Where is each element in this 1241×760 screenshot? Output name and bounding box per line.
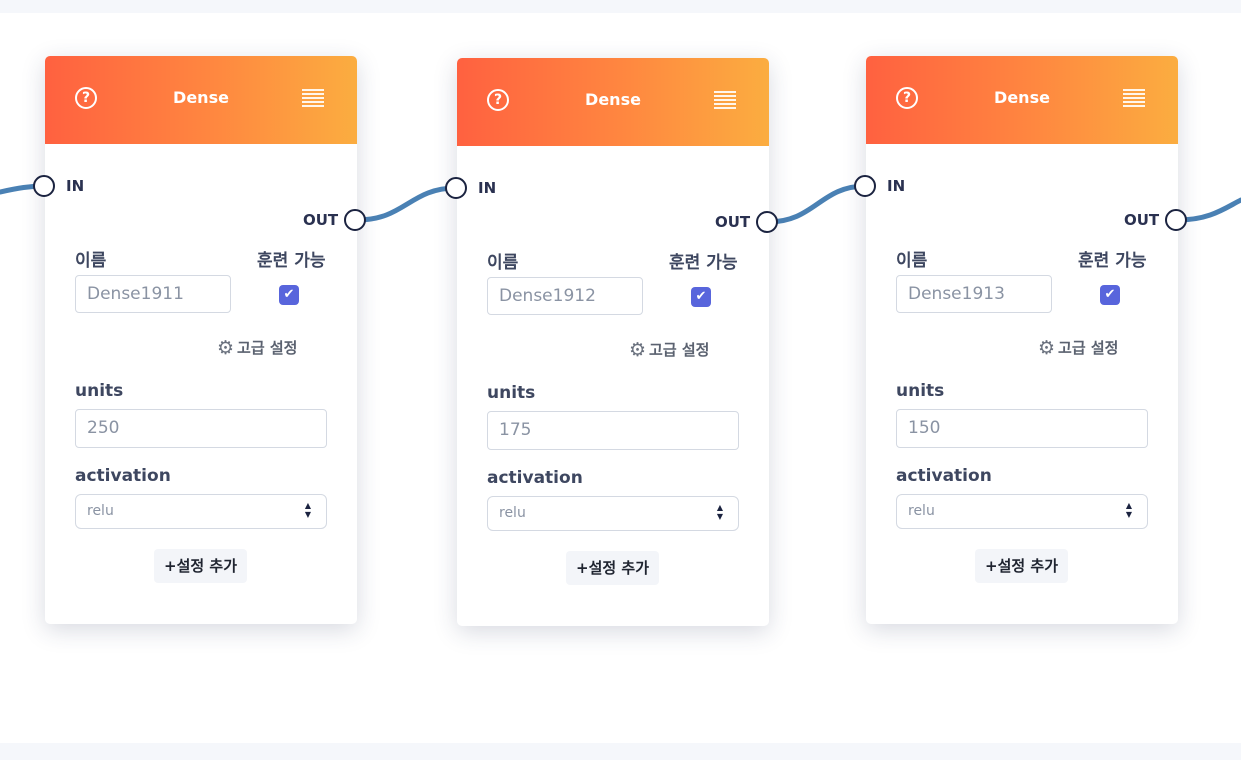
output-port[interactable] — [1165, 209, 1187, 231]
canvas-bottom-strip — [0, 743, 1241, 760]
menu-icon[interactable] — [302, 89, 324, 109]
checkmark-icon: ✔ — [283, 287, 295, 302]
node-title: Dense — [994, 88, 1050, 107]
node-header[interactable]: ? Dense — [866, 56, 1178, 144]
gear-icon: ⚙ — [217, 336, 235, 359]
dense-node-1[interactable]: ? Dense IN OUT 이름 훈련 가능 Dense1911 ✔ ⚙ 고급… — [33, 56, 366, 624]
node-title: Dense — [585, 90, 641, 109]
activation-select[interactable]: relu ▲ ▼ — [75, 494, 327, 529]
name-label: 이름 — [75, 251, 107, 271]
units-label: units — [75, 381, 124, 401]
units-input[interactable]: 250 — [75, 409, 327, 448]
output-port-label: OUT — [303, 211, 339, 229]
activation-label: activation — [896, 466, 992, 486]
input-port[interactable] — [33, 175, 55, 197]
wire-outgoing — [1175, 197, 1241, 223]
activation-value: relu — [87, 503, 114, 519]
units-input[interactable]: 150 — [896, 409, 1148, 448]
input-port[interactable] — [445, 177, 467, 199]
advanced-settings-label: 고급 설정 — [237, 339, 298, 357]
output-port-label: OUT — [715, 213, 751, 231]
activation-label: activation — [487, 468, 583, 488]
menu-icon[interactable] — [714, 91, 736, 111]
checkmark-icon: ✔ — [695, 289, 707, 304]
name-input[interactable]: Dense1912 — [487, 277, 643, 315]
sort-icon: ▲ ▼ — [716, 503, 724, 521]
activation-select[interactable]: relu ▲ ▼ — [487, 496, 739, 531]
input-port-label: IN — [66, 177, 85, 195]
dense-node-2[interactable]: ? Dense IN OUT 이름 훈련 가능 Dense1912 ✔ ⚙ 고급… — [445, 58, 778, 626]
output-port[interactable] — [756, 211, 778, 233]
gear-icon: ⚙ — [1038, 336, 1056, 359]
advanced-settings-label: 고급 설정 — [1058, 339, 1119, 357]
output-port[interactable] — [344, 209, 366, 231]
units-label: units — [896, 381, 945, 401]
name-label: 이름 — [487, 253, 519, 273]
advanced-settings-label: 고급 설정 — [649, 341, 710, 359]
trainable-label: 훈련 가능 — [1078, 251, 1147, 271]
trainable-checkbox[interactable]: ✔ — [691, 287, 711, 307]
input-port-label: IN — [887, 177, 906, 195]
advanced-settings-button[interactable]: ⚙ 고급 설정 — [1038, 337, 1118, 358]
units-label: units — [487, 383, 536, 403]
help-icon[interactable]: ? — [896, 87, 918, 109]
advanced-settings-button[interactable]: ⚙ 고급 설정 — [629, 339, 709, 360]
activation-label: activation — [75, 466, 171, 486]
sort-icon: ▲ ▼ — [1125, 501, 1133, 519]
name-label: 이름 — [896, 251, 928, 271]
dense-node-3[interactable]: ? Dense IN OUT 이름 훈련 가능 Dense1913 ✔ ⚙ 고급… — [854, 56, 1187, 624]
node-header[interactable]: ? Dense — [45, 56, 357, 144]
trainable-label: 훈련 가능 — [257, 251, 326, 271]
add-setting-button[interactable]: +설정 추가 — [566, 551, 659, 585]
activation-value: relu — [908, 503, 935, 519]
node-title: Dense — [173, 88, 229, 107]
wire-2-to-3 — [765, 183, 869, 225]
trainable-label: 훈련 가능 — [669, 253, 738, 273]
add-setting-button[interactable]: +설정 추가 — [975, 549, 1068, 583]
activation-value: relu — [499, 505, 526, 521]
name-input[interactable]: Dense1911 — [75, 275, 231, 313]
trainable-checkbox[interactable]: ✔ — [1100, 285, 1120, 305]
help-icon[interactable]: ? — [487, 89, 509, 111]
name-input[interactable]: Dense1913 — [896, 275, 1052, 313]
advanced-settings-button[interactable]: ⚙ 고급 설정 — [217, 337, 297, 358]
sort-icon: ▲ ▼ — [304, 501, 312, 519]
input-port-label: IN — [478, 179, 497, 197]
checkmark-icon: ✔ — [1104, 287, 1116, 302]
add-setting-button[interactable]: +설정 추가 — [154, 549, 247, 583]
gear-icon: ⚙ — [629, 338, 647, 361]
trainable-checkbox[interactable]: ✔ — [279, 285, 299, 305]
units-input[interactable]: 175 — [487, 411, 739, 450]
menu-icon[interactable] — [1123, 89, 1145, 109]
node-header[interactable]: ? Dense — [457, 58, 769, 146]
help-icon[interactable]: ? — [75, 87, 97, 109]
activation-select[interactable]: relu ▲ ▼ — [896, 494, 1148, 529]
input-port[interactable] — [854, 175, 876, 197]
wire-1-to-2 — [354, 185, 459, 223]
canvas-top-strip — [0, 0, 1241, 13]
output-port-label: OUT — [1124, 211, 1160, 229]
